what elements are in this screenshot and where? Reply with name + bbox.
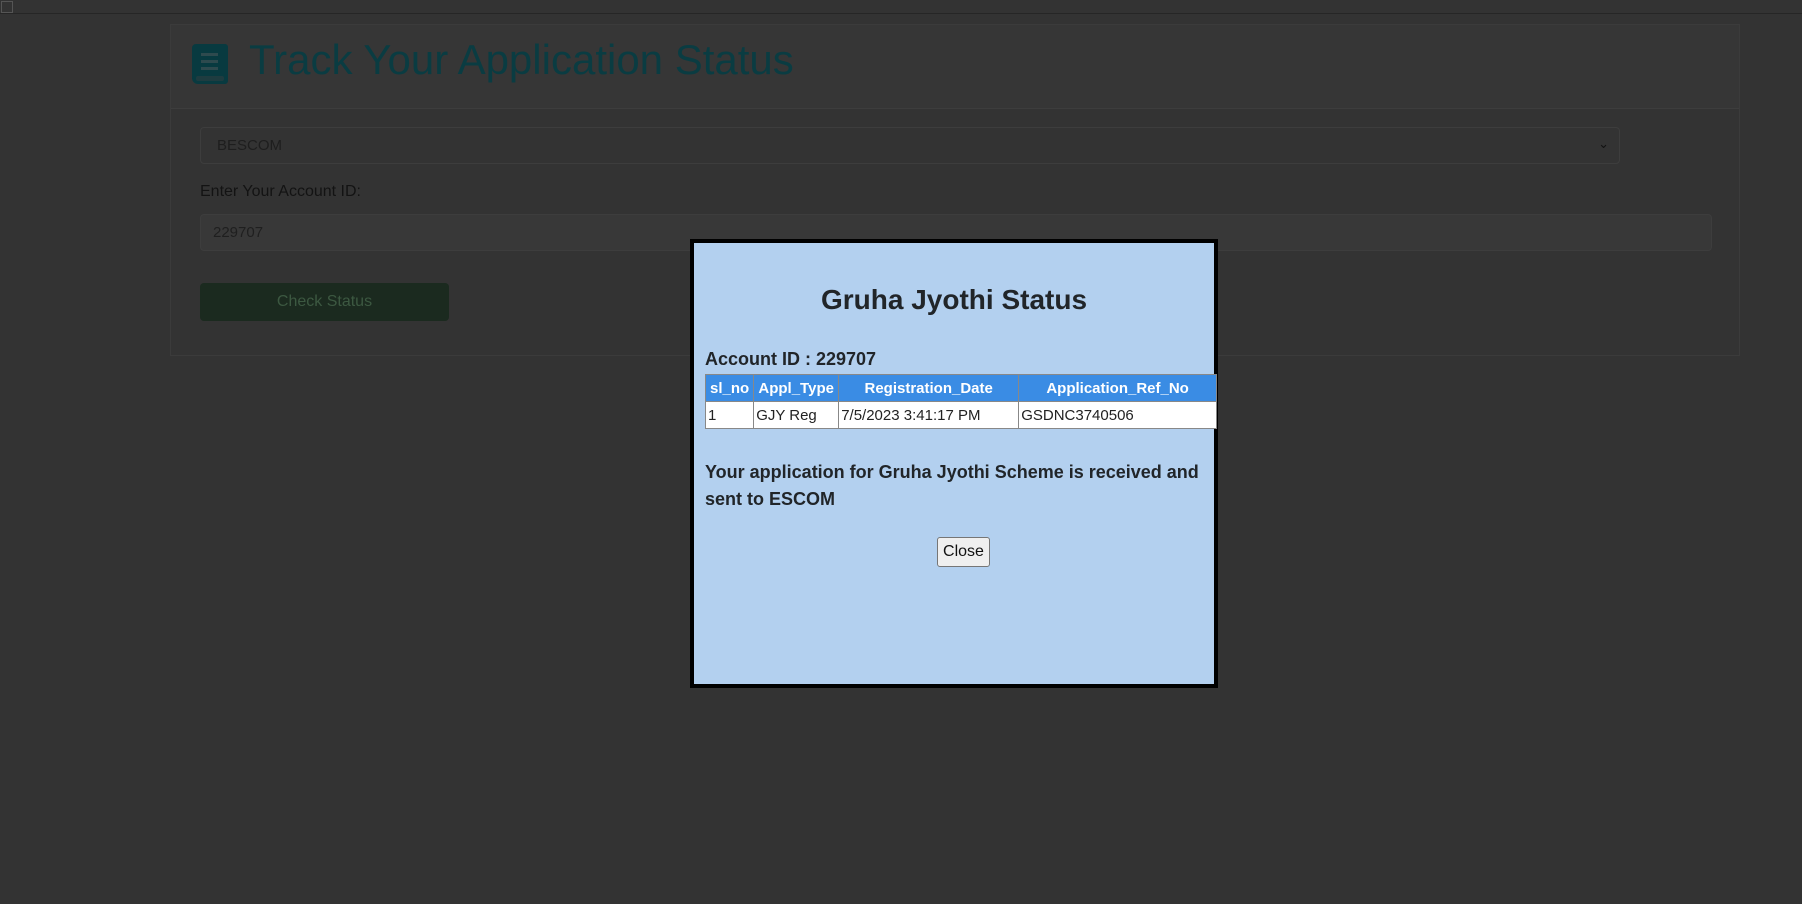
book-icon: [192, 44, 228, 84]
status-table: sl_no Appl_Type Registration_Date Applic…: [704, 374, 1217, 429]
table-header-row: sl_no Appl_Type Registration_Date Applic…: [704, 374, 1217, 402]
page-title: Track Your Application Status: [249, 36, 794, 83]
header-appl-type: Appl_Type: [753, 374, 840, 402]
header-application-ref-no: Application_Ref_No: [1018, 374, 1217, 402]
broken-image-icon: [1, 1, 13, 13]
close-button[interactable]: Close: [937, 537, 990, 567]
cell-registration-date: 7/5/2023 3:41:17 PM: [838, 401, 1020, 429]
header-sl-no: sl_no: [704, 374, 755, 402]
cell-sl-no: 1: [704, 401, 755, 429]
account-id-label: Enter Your Account ID:: [200, 183, 361, 200]
top-bar: [0, 0, 1802, 14]
cell-appl-type: GJY Reg: [753, 401, 840, 429]
escom-select-value: BESCOM: [217, 137, 283, 154]
cell-application-ref-no: GSDNC3740506: [1018, 401, 1217, 429]
table-row: 1 GJY Reg 7/5/2023 3:41:17 PM GSDNC37405…: [704, 401, 1217, 429]
escom-select[interactable]: BESCOM ⌄: [200, 127, 1620, 164]
chevron-down-icon: ⌄: [1598, 136, 1609, 151]
status-modal: Gruha Jyothi Status Account ID : 229707 …: [690, 239, 1218, 688]
check-status-button[interactable]: Check Status: [200, 283, 449, 321]
modal-title: Gruha Jyothi Status: [820, 284, 1088, 315]
status-message: Your application for Gruha Jyothi Scheme…: [705, 462, 1199, 509]
card-header: Track Your Application Status: [171, 25, 1739, 109]
account-id-line: Account ID : 229707: [705, 349, 877, 369]
header-registration-date: Registration_Date: [838, 374, 1020, 402]
